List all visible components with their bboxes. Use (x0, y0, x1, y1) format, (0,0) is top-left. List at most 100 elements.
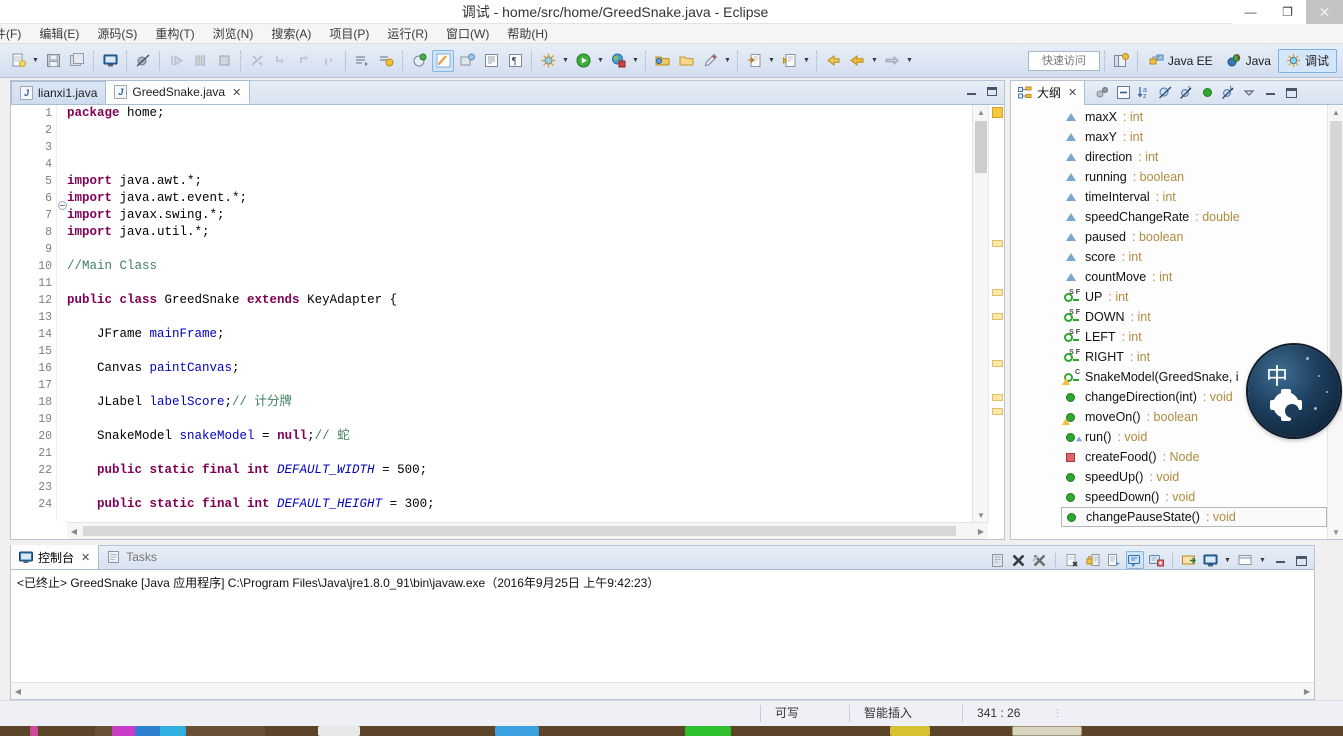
code-line[interactable]: SnakeModel snakeModel = null;// 蛇 (67, 428, 960, 445)
menu-run[interactable]: 运行(R) (378, 24, 437, 44)
hscroll-thumb[interactable] (83, 526, 956, 536)
annotation-marker[interactable] (992, 394, 1003, 401)
save-icon[interactable] (42, 50, 64, 72)
terminate-icon[interactable] (213, 50, 235, 72)
ime-floating-orb[interactable]: 中 (1248, 345, 1340, 437)
code-line[interactable] (67, 479, 960, 496)
code-line[interactable]: public static final int DEFAULT_WIDTH = … (67, 462, 960, 479)
scroll-left-icon[interactable]: ◀ (11, 683, 25, 699)
scroll-thumb[interactable] (975, 121, 987, 173)
next-annotation-icon[interactable] (351, 50, 373, 72)
remove-launch-icon[interactable] (1063, 551, 1081, 569)
open-declaration-dropdown-icon[interactable]: ▼ (766, 50, 777, 72)
scroll-up-icon[interactable]: ▲ (1328, 105, 1343, 119)
console-output[interactable]: <已终止> GreedSnake [Java 应用程序] C:\Program … (11, 570, 1314, 682)
outline-item[interactable]: S F UP : int (1011, 287, 1327, 307)
perspective-debug[interactable]: 调试 (1277, 48, 1337, 73)
step-return-icon[interactable] (318, 50, 340, 72)
code-line[interactable]: JLabel labelScore;// 计分牌 (67, 394, 960, 411)
menu-search[interactable]: 搜索(A) (262, 24, 320, 44)
source-code[interactable]: package home; import java.awt.*; import j… (67, 105, 960, 522)
code-line[interactable] (67, 275, 960, 292)
outline-minimize-icon[interactable] (1263, 85, 1278, 100)
forward-history-icon[interactable] (846, 50, 868, 72)
tab-tasks[interactable]: Tasks (99, 545, 165, 569)
new-wizard-icon[interactable] (7, 50, 29, 72)
annotation-marker[interactable] (992, 289, 1003, 296)
console-minimize-icon[interactable] (1271, 551, 1289, 569)
view-menu-icon[interactable] (1242, 85, 1257, 100)
outline-maximize-icon[interactable] (1284, 85, 1299, 100)
status-resize-grip[interactable]: ⋮ (1052, 709, 1062, 719)
quick-access-input[interactable] (1027, 50, 1100, 71)
toggle-block-selection-icon[interactable] (480, 50, 502, 72)
search-icon[interactable] (432, 49, 454, 72)
code-line[interactable]: package home; (67, 105, 960, 122)
sort-icon[interactable]: az (1137, 85, 1152, 100)
maximize-icon[interactable]: ❐ (1269, 0, 1306, 24)
code-line[interactable]: import java.util.*; (67, 224, 960, 241)
code-line[interactable] (67, 156, 960, 173)
close-project-icon[interactable] (675, 50, 697, 72)
display-selected-console-icon[interactable] (1201, 551, 1219, 569)
outline-item[interactable]: S F LEFT : int (1011, 327, 1327, 347)
code-line[interactable] (67, 139, 960, 156)
forward-dropdown-icon[interactable]: ▼ (904, 50, 915, 72)
remove-all-terminated-icon[interactable] (1030, 551, 1048, 569)
run-coverage-dropdown-icon[interactable]: ▼ (630, 50, 641, 72)
menu-source[interactable]: 源码(S) (88, 24, 146, 44)
editor-vertical-scrollbar[interactable]: ▲ ▼ (972, 105, 989, 522)
outline-item[interactable]: direction : int (1011, 147, 1327, 167)
forward-icon[interactable] (881, 50, 903, 72)
close-icon[interactable]: ✕ (1068, 86, 1077, 99)
step-over-icon[interactable] (294, 50, 316, 72)
code-line[interactable]: public class GreedSnake extends KeyAdapt… (67, 292, 960, 309)
code-line[interactable] (67, 309, 960, 326)
collapse-all-icon[interactable] (1116, 85, 1131, 100)
outline-item[interactable]: paused : boolean (1011, 227, 1327, 247)
menu-file[interactable]: 件(F) (0, 24, 30, 44)
annotation-marker[interactable] (992, 107, 1003, 118)
scroll-right-icon[interactable]: ▶ (1300, 683, 1314, 699)
outline-item[interactable]: speedUp() : void (1011, 467, 1327, 487)
perspective-java[interactable]: Java (1220, 49, 1278, 73)
back-icon[interactable] (822, 50, 844, 72)
hide-fields-icon[interactable] (1158, 85, 1173, 100)
search-references-dropdown-icon[interactable]: ▼ (801, 50, 812, 72)
taskbar-item[interactable] (318, 726, 360, 736)
terminate-console-icon[interactable] (1009, 551, 1027, 569)
outline-item[interactable]: timeInterval : int (1011, 187, 1327, 207)
scroll-left-icon[interactable]: ◀ (67, 523, 81, 539)
fold-toggle-icon[interactable] (57, 197, 67, 214)
menu-navigate[interactable]: 浏览(N) (204, 24, 263, 44)
close-icon[interactable]: ✕ (232, 86, 241, 99)
scroll-lock-icon[interactable] (1084, 551, 1102, 569)
run-icon[interactable] (572, 50, 594, 72)
code-line[interactable] (67, 411, 960, 428)
annotation-marker[interactable] (992, 313, 1003, 320)
scroll-up-icon[interactable]: ▲ (973, 105, 989, 119)
taskbar-item[interactable] (1012, 726, 1082, 736)
save-all-icon[interactable] (66, 50, 88, 72)
code-line[interactable]: import java.awt.event.*; (67, 190, 960, 207)
taskbar-item[interactable] (890, 726, 930, 736)
hide-static-icon[interactable]: s (1179, 85, 1194, 100)
scroll-right-icon[interactable]: ▶ (974, 523, 988, 539)
code-line[interactable]: import java.awt.*; (67, 173, 960, 190)
hide-nonpublic-icon[interactable] (1200, 85, 1215, 100)
code-line[interactable] (67, 377, 960, 394)
outline-item[interactable]: speedChangeRate : double (1011, 207, 1327, 227)
show-when-output-changes-icon[interactable] (1105, 551, 1123, 569)
menu-project[interactable]: 项目(P) (320, 24, 378, 44)
ime-settings-gear-icon[interactable] (1270, 389, 1302, 421)
code-line[interactable]: Canvas paintCanvas; (67, 360, 960, 377)
outline-item[interactable]: maxY : int (1011, 127, 1327, 147)
tab-console[interactable]: 控制台 ✕ (11, 545, 100, 569)
outline-item[interactable]: S F DOWN : int (1011, 307, 1327, 327)
console-horizontal-scrollbar[interactable]: ◀ ▶ (11, 682, 1314, 699)
console-select-dropdown-icon[interactable]: ▼ (1222, 549, 1233, 571)
close-icon[interactable]: ✕ (1306, 0, 1343, 24)
show-whitespace-icon[interactable]: ¶ (504, 50, 526, 72)
new-wizard-dropdown-icon[interactable]: ▼ (30, 50, 41, 72)
resume-icon[interactable] (165, 50, 187, 72)
